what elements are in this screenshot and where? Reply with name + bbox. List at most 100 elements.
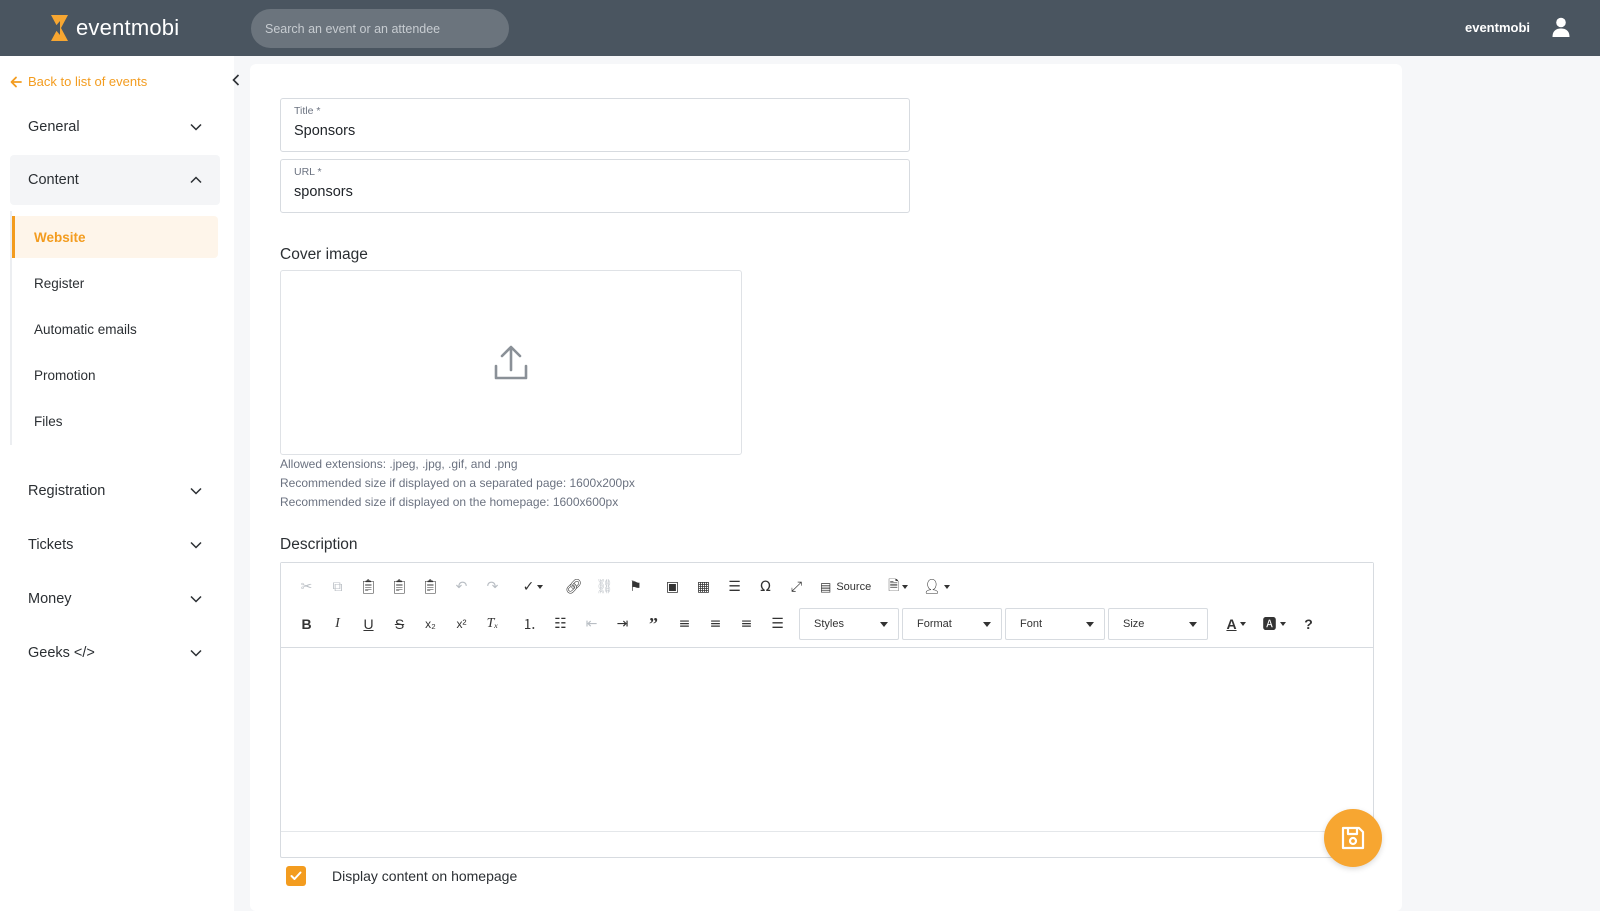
- description-heading: Description: [280, 536, 358, 553]
- anchor-flag-icon[interactable]: ⚑: [620, 573, 651, 601]
- text-color-icon[interactable]: A: [1217, 610, 1255, 638]
- link-icon[interactable]: 🔗︎: [558, 573, 589, 601]
- styles-dropdown[interactable]: Styles: [799, 608, 899, 640]
- size-dropdown[interactable]: Size: [1108, 608, 1208, 640]
- image-icon[interactable]: ▣: [657, 573, 688, 601]
- source-label: Source: [836, 581, 872, 593]
- sidebar-section-label: Content: [28, 172, 79, 188]
- unlink-icon[interactable]: ⛓: [589, 573, 620, 601]
- align-right-icon[interactable]: ≡: [731, 610, 762, 638]
- sidebar-section-registration[interactable]: Registration: [10, 466, 220, 516]
- caret-down-icon: [880, 621, 888, 627]
- sidebar-section-geeks[interactable]: Geeks </>: [10, 628, 220, 678]
- logo-text: eventmobi: [76, 15, 180, 40]
- content-card: Title * URL * Cover image Allowed extens…: [250, 64, 1402, 911]
- user-name[interactable]: eventmobi: [1465, 20, 1530, 35]
- paste-from-word-icon[interactable]: 📋︎: [415, 573, 446, 601]
- sidebar-section-label: Tickets: [28, 537, 74, 553]
- format-dropdown[interactable]: Format: [902, 608, 1002, 640]
- caret-down-icon: [983, 621, 991, 627]
- back-to-events-link[interactable]: Back to list of events: [10, 74, 147, 89]
- outdent-icon[interactable]: ⇤: [576, 610, 607, 638]
- sidebar-section-money[interactable]: Money: [10, 574, 220, 624]
- superscript-icon[interactable]: x²: [446, 610, 477, 638]
- sidebar-section-label: Geeks </>: [28, 645, 95, 661]
- blockquote-icon[interactable]: ”: [638, 610, 669, 638]
- horizontal-rule-icon[interactable]: ☰: [719, 573, 750, 601]
- table-icon[interactable]: ▦: [688, 573, 719, 601]
- chevron-down-icon: [190, 541, 202, 549]
- strikethrough-icon[interactable]: S: [384, 610, 415, 638]
- chevron-down-icon: [190, 123, 202, 131]
- size-label: Size: [1123, 618, 1145, 630]
- url-field[interactable]: URL *: [280, 159, 910, 213]
- background-color-icon[interactable]: 🅰︎: [1255, 610, 1293, 638]
- placeholder-user-icon[interactable]: 👤︎: [917, 573, 955, 601]
- redo-icon[interactable]: ↷: [477, 573, 508, 601]
- cover-image-dropzone[interactable]: [280, 270, 742, 455]
- save-button[interactable]: [1324, 809, 1382, 867]
- editor-status-bar: [281, 831, 1373, 857]
- bulleted-list-icon[interactable]: ☷: [545, 610, 576, 638]
- sidebar-item-register[interactable]: Register: [12, 262, 218, 304]
- align-center-icon[interactable]: ≡: [700, 610, 731, 638]
- title-label: Title *: [294, 105, 321, 117]
- source-button[interactable]: ▤ Source: [812, 573, 879, 601]
- maximize-icon[interactable]: ⤢: [781, 573, 812, 601]
- indent-icon[interactable]: ⇥: [607, 610, 638, 638]
- align-justify-icon[interactable]: ☰: [762, 610, 793, 638]
- chevron-up-icon: [190, 176, 202, 184]
- sidebar-section-general[interactable]: General: [10, 102, 220, 152]
- underline-icon[interactable]: U: [353, 610, 384, 638]
- search-input[interactable]: [251, 9, 509, 48]
- copy-icon[interactable]: ⧉: [322, 573, 353, 601]
- display-on-homepage-checkbox[interactable]: [286, 866, 306, 886]
- cover-image-hint: Recommended size if displayed on the hom…: [280, 495, 619, 509]
- sidebar-section-tickets[interactable]: Tickets: [10, 520, 220, 570]
- title-input[interactable]: [294, 123, 894, 139]
- url-input[interactable]: [294, 184, 894, 200]
- align-left-icon[interactable]: ≡: [669, 610, 700, 638]
- remove-format-icon[interactable]: Tₓ: [477, 610, 508, 638]
- checkmark-icon: [290, 871, 302, 880]
- description-editor-body[interactable]: [281, 648, 1373, 830]
- collapse-sidebar-button[interactable]: [226, 70, 246, 90]
- arrow-left-icon: [10, 76, 22, 87]
- sidebar-section-label: Registration: [28, 483, 106, 499]
- sidebar-section-label: Money: [28, 591, 72, 607]
- bold-icon[interactable]: B: [291, 610, 322, 638]
- sidebar-item-promotion[interactable]: Promotion: [12, 354, 218, 396]
- chevron-down-icon: [190, 487, 202, 495]
- cut-icon[interactable]: ✂: [291, 573, 322, 601]
- numbered-list-icon[interactable]: ⒈: [514, 610, 545, 638]
- user-icon[interactable]: [1550, 16, 1572, 38]
- chevron-down-icon: [190, 649, 202, 657]
- sidebar-item-files[interactable]: Files: [12, 400, 218, 442]
- styles-label: Styles: [814, 618, 844, 630]
- title-field[interactable]: Title *: [280, 98, 910, 152]
- sidebar-item-automatic-emails[interactable]: Automatic emails: [12, 308, 218, 350]
- save-floppy-icon: [1341, 826, 1365, 850]
- chevron-left-icon: [232, 74, 240, 86]
- eventmobi-logo-icon: [51, 15, 68, 41]
- cover-image-hint: Allowed extensions: .jpeg, .jpg, .gif, a…: [280, 457, 518, 471]
- undo-icon[interactable]: ↶: [446, 573, 477, 601]
- paste-text-icon[interactable]: 📋︎: [384, 573, 415, 601]
- spellcheck-icon[interactable]: ✓: [514, 573, 552, 601]
- display-on-homepage-label[interactable]: Display content on homepage: [332, 868, 517, 884]
- font-dropdown[interactable]: Font: [1005, 608, 1105, 640]
- subscript-icon[interactable]: x₂: [415, 610, 446, 638]
- paste-icon[interactable]: 📋︎: [353, 573, 384, 601]
- sidebar-item-website[interactable]: Website: [12, 216, 218, 258]
- logo[interactable]: eventmobi: [48, 12, 179, 44]
- sidebar-section-content[interactable]: Content: [10, 155, 220, 205]
- help-icon[interactable]: ?: [1293, 610, 1324, 638]
- caret-down-icon: [1189, 621, 1197, 627]
- caret-down-icon: [1086, 621, 1094, 627]
- editor-toolbar: ✂ ⧉ 📋︎ 📋︎ 📋︎ ↶ ↷ ✓ 🔗︎ ⛓ ⚑ ▣ ▦ ☰ Ω ⤢ ▤ So…: [281, 563, 1373, 648]
- upload-icon: [494, 345, 528, 379]
- italic-icon[interactable]: I: [322, 610, 353, 638]
- special-character-icon[interactable]: Ω: [750, 573, 781, 601]
- templates-icon[interactable]: 🗎︎: [879, 573, 917, 601]
- top-bar: eventmobi eventmobi: [0, 0, 1600, 56]
